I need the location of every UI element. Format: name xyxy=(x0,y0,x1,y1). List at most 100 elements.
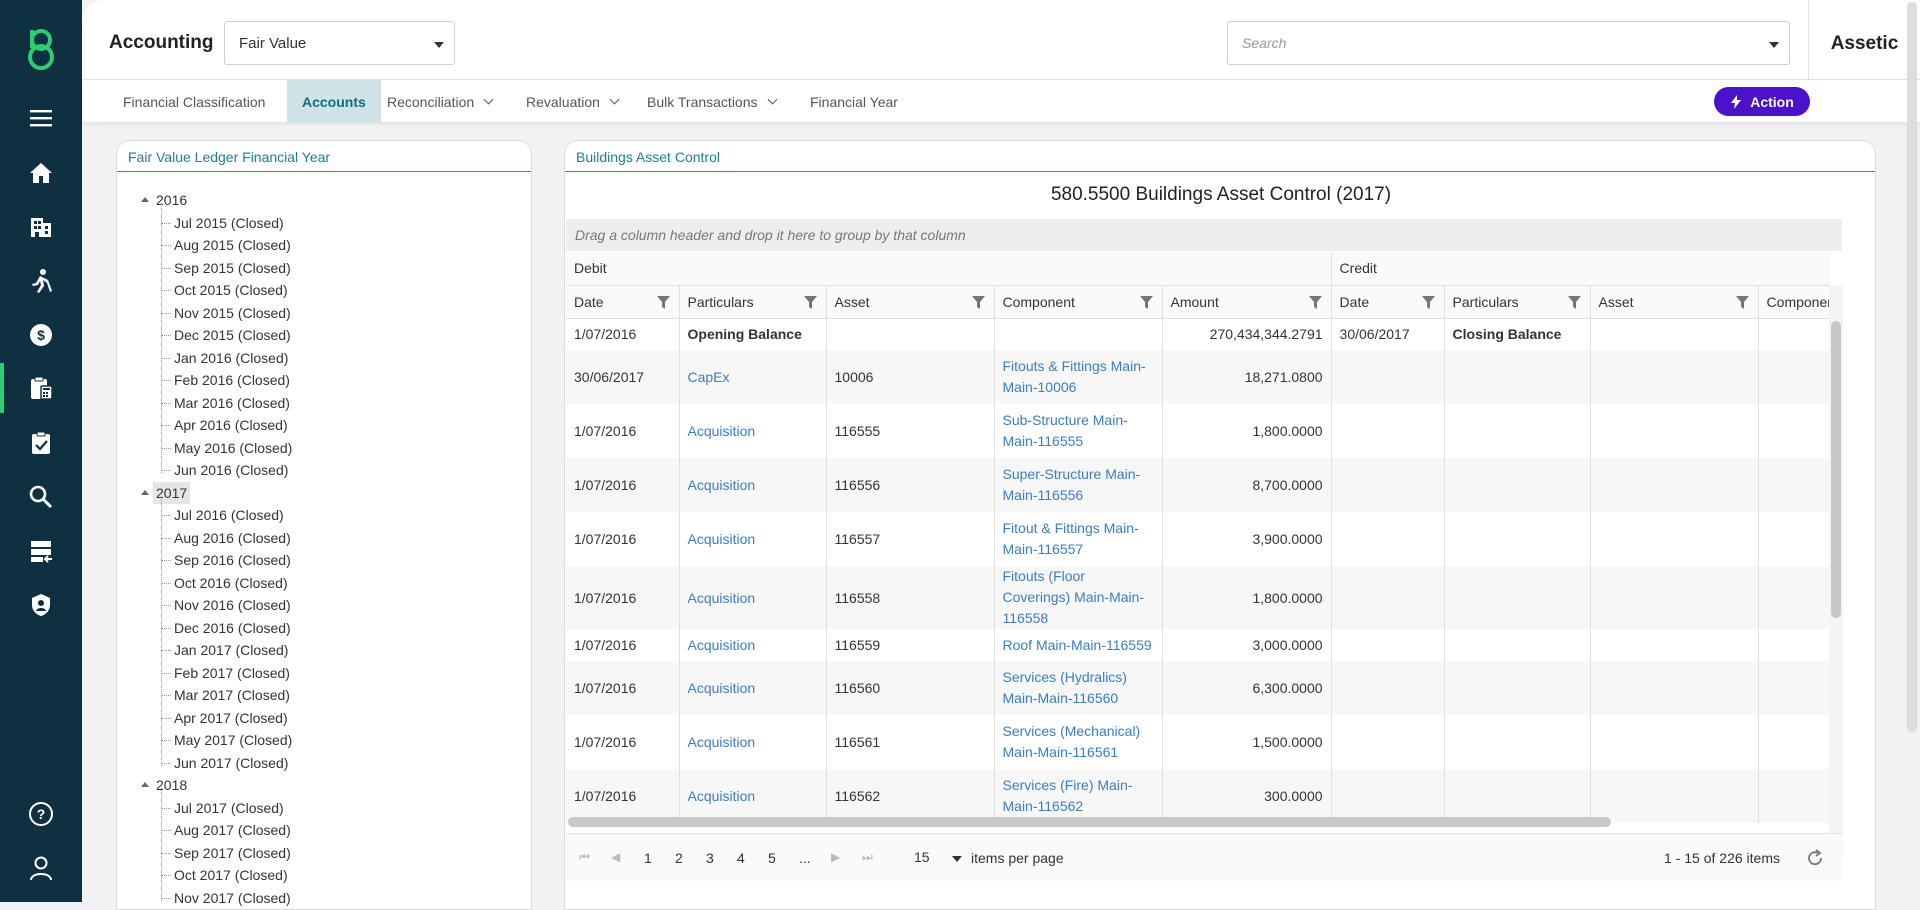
column-header[interactable]: Amount xyxy=(1162,285,1332,319)
home-icon[interactable] xyxy=(24,156,58,190)
filter-icon[interactable] xyxy=(656,295,670,309)
table-row[interactable]: 1/07/2016 Acquisition 116558 Fitouts (Floor… xyxy=(566,566,1830,629)
tree-month-node[interactable]: Jul 2017 (Closed) xyxy=(174,797,284,819)
accounting-icon[interactable] xyxy=(24,371,58,405)
tree-month-node[interactable]: Nov 2015 (Closed) xyxy=(174,302,291,324)
debit-particulars-cell-link[interactable]: Acquisition xyxy=(688,531,756,547)
filter-icon[interactable] xyxy=(1421,295,1435,309)
tree-month-node[interactable]: Sep 2016 (Closed) xyxy=(174,549,291,571)
task-icon[interactable] xyxy=(24,426,58,460)
tree-collapse-icon[interactable] xyxy=(141,489,149,495)
debit-particulars-cell-link[interactable]: Acquisition xyxy=(688,477,756,493)
page-link[interactable]: 4 xyxy=(737,850,745,866)
search-icon[interactable] xyxy=(24,480,58,514)
table-row[interactable]: 1/07/2016 Acquisition 116562 Services (Fire… xyxy=(566,769,1830,823)
tree-year-node[interactable]: 2016 xyxy=(153,189,190,211)
page-link[interactable]: 3 xyxy=(706,850,714,866)
table-row[interactable]: 30/06/2017 CapEx 10006 Fitouts & Fittings M… xyxy=(566,350,1830,404)
tab-revaluation[interactable]: Revaluation xyxy=(511,80,633,123)
filter-icon[interactable] xyxy=(1735,295,1749,309)
debit-particulars-cell-link[interactable]: Acquisition xyxy=(688,734,756,750)
next-page-icon[interactable]: ▶ xyxy=(831,850,840,864)
table-row[interactable]: 1/07/2016 Acquisition 116557 Fitout & Fitti… xyxy=(566,512,1830,566)
filter-icon[interactable] xyxy=(1139,295,1153,309)
tree-month-node[interactable]: Jan 2017 (Closed) xyxy=(174,639,288,661)
user-icon[interactable] xyxy=(24,851,58,885)
building-icon[interactable] xyxy=(24,210,58,244)
debit-particulars-cell-link[interactable]: Acquisition xyxy=(688,637,756,653)
search-input[interactable]: Search xyxy=(1227,21,1790,65)
column-header[interactable]: Date xyxy=(566,285,680,319)
debit-component-cell-link[interactable]: Fitout & Fittings Main-Main-116557 xyxy=(1003,520,1139,557)
page-size-select[interactable]: 15 xyxy=(902,841,966,875)
tree-year-node[interactable]: 2018 xyxy=(153,774,190,796)
column-header[interactable]: Date xyxy=(1331,285,1445,319)
column-header[interactable]: Asset xyxy=(1590,285,1759,319)
tree-month-node[interactable]: Aug 2016 (Closed) xyxy=(174,527,291,549)
page-scrollbar[interactable] xyxy=(1907,2,1917,732)
tree-month-node[interactable]: Nov 2016 (Closed) xyxy=(174,594,291,616)
tree-month-node[interactable]: Dec 2015 (Closed) xyxy=(174,324,291,346)
filter-icon[interactable] xyxy=(971,295,985,309)
column-header[interactable]: Particulars xyxy=(679,285,827,319)
horizontal-scrollbar[interactable] xyxy=(568,817,1611,827)
finance-icon[interactable]: $ xyxy=(24,318,58,352)
column-header[interactable]: Component xyxy=(994,285,1163,319)
tab-reconciliation[interactable]: Reconciliation xyxy=(372,80,507,123)
column-header[interactable]: Asset xyxy=(826,285,995,319)
tab-financial-classification[interactable]: Financial Classification xyxy=(108,80,280,123)
tree-month-node[interactable]: Mar 2017 (Closed) xyxy=(174,684,290,706)
vertical-scrollbar[interactable] xyxy=(1831,321,1841,618)
tree-month-node[interactable]: Mar 2016 (Closed) xyxy=(174,392,290,414)
debit-particulars-cell-link[interactable]: Acquisition xyxy=(688,590,756,606)
column-header[interactable]: Particulars xyxy=(1444,285,1591,319)
prev-page-icon[interactable]: ◀ xyxy=(611,850,620,864)
page-link[interactable]: 2 xyxy=(675,850,683,866)
debit-particulars-cell-link[interactable]: CapEx xyxy=(688,369,730,385)
tree-month-node[interactable]: Sep 2017 (Closed) xyxy=(174,842,291,864)
tree-month-node[interactable]: Oct 2015 (Closed) xyxy=(174,279,288,301)
help-icon[interactable]: ? xyxy=(24,797,58,831)
tree-month-node[interactable]: Apr 2016 (Closed) xyxy=(174,414,288,436)
tree-month-node[interactable]: Dec 2016 (Closed) xyxy=(174,617,291,639)
tree-month-node[interactable]: May 2016 (Closed) xyxy=(174,437,292,459)
assetic-logo-icon[interactable] xyxy=(20,26,62,72)
debit-component-cell-link[interactable]: Services (Fire) Main-Main-116562 xyxy=(1003,777,1133,814)
debit-particulars-cell-link[interactable]: Acquisition xyxy=(688,788,756,804)
page-link-more[interactable]: ... xyxy=(799,850,811,866)
debit-component-cell-link[interactable]: Roof Main-Main-116559 xyxy=(1003,637,1152,653)
filter-icon[interactable] xyxy=(1567,295,1581,309)
action-button[interactable]: Action xyxy=(1714,87,1810,116)
tree-month-node[interactable]: Jul 2015 (Closed) xyxy=(174,212,284,234)
data-import-icon[interactable] xyxy=(24,534,58,568)
table-row[interactable]: 1/07/2016 Acquisition 116556 Super-Structur… xyxy=(566,458,1830,512)
debit-component-cell-link[interactable]: Fitouts (Floor Coverings) Main-Main-1165… xyxy=(1003,568,1145,626)
tab-financial-year[interactable]: Financial Year xyxy=(795,80,913,123)
table-row[interactable]: 1/07/2016 Opening Balance 270,434,344.2791… xyxy=(566,318,1830,350)
last-page-icon[interactable]: ⏭ xyxy=(862,850,873,865)
filter-icon[interactable] xyxy=(803,295,817,309)
tree-month-node[interactable]: Jun 2016 (Closed) xyxy=(174,459,288,481)
tree-year-node[interactable]: 2017 xyxy=(153,481,191,504)
filter-icon[interactable] xyxy=(1308,295,1322,309)
tree-month-node[interactable]: Jul 2016 (Closed) xyxy=(174,504,284,526)
security-shield-icon[interactable] xyxy=(24,588,58,622)
tree-month-node[interactable]: Jan 2016 (Closed) xyxy=(174,347,288,369)
column-header[interactable]: Componen xyxy=(1758,285,1830,319)
debit-particulars-cell-link[interactable]: Acquisition xyxy=(688,423,756,439)
tree-month-node[interactable]: Feb 2017 (Closed) xyxy=(174,662,290,684)
group-drop-zone[interactable]: Drag a column header and drop it here to… xyxy=(566,219,1842,251)
page-link[interactable]: 5 xyxy=(768,850,776,866)
tree-month-node[interactable]: Nov 2017 (Closed) xyxy=(174,887,291,909)
debit-component-cell-link[interactable]: Fitouts & Fittings Main-Main-10006 xyxy=(1003,358,1146,395)
tree-month-node[interactable]: Aug 2015 (Closed) xyxy=(174,234,291,256)
menu-icon[interactable] xyxy=(24,101,58,135)
tree-month-node[interactable]: Sep 2015 (Closed) xyxy=(174,257,291,279)
debit-component-cell-link[interactable]: Super-Structure Main-Main-116556 xyxy=(1003,466,1141,503)
tree-month-node[interactable]: Feb 2016 (Closed) xyxy=(174,369,290,391)
tree-month-node[interactable]: Apr 2017 (Closed) xyxy=(174,707,288,729)
tree-month-node[interactable]: May 2017 (Closed) xyxy=(174,729,292,751)
tree-month-node[interactable]: Oct 2016 (Closed) xyxy=(174,572,288,594)
first-page-icon[interactable]: ⏮ xyxy=(579,850,590,865)
table-row[interactable]: 1/07/2016 Acquisition 116561 Services (Mech… xyxy=(566,715,1830,769)
